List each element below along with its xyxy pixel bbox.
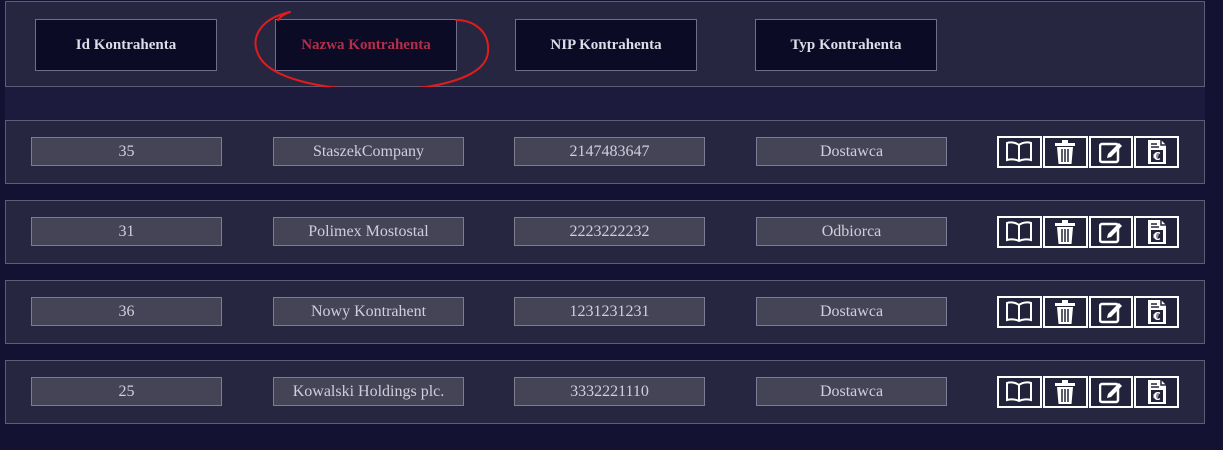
table-header: Id Kontrahenta Nazwa Kontrahenta NIP Kon… <box>5 1 1205 87</box>
view-button[interactable] <box>997 136 1042 168</box>
edit-icon <box>1098 222 1122 244</box>
book-icon <box>1006 381 1033 403</box>
id-cell: 25 <box>31 377 222 406</box>
row-actions: € <box>997 136 1179 168</box>
nip-cell: 2147483647 <box>514 137 705 166</box>
invoice-button[interactable]: € <box>1134 216 1179 248</box>
svg-text:€: € <box>1152 150 1161 163</box>
euro-document-icon: € <box>1147 220 1166 244</box>
nip-cell: 1231231231 <box>514 297 705 326</box>
sort-by-id-button[interactable]: Id Kontrahenta <box>35 19 217 71</box>
edit-icon <box>1098 302 1122 324</box>
name-cell: Kowalski Holdings plc. <box>273 377 464 406</box>
book-icon <box>1006 301 1033 323</box>
header-separator <box>5 87 1205 120</box>
row-actions: € <box>997 296 1179 328</box>
id-cell: 35 <box>31 137 222 166</box>
type-cell: Dostawca <box>756 137 947 166</box>
trash-icon <box>1055 380 1076 404</box>
delete-button[interactable] <box>1042 136 1088 168</box>
euro-document-icon: € <box>1147 300 1166 324</box>
table-row: 35 StaszekCompany 2147483647 Dostawca € <box>5 120 1205 184</box>
edit-button[interactable] <box>1088 296 1134 328</box>
invoice-button[interactable]: € <box>1134 376 1179 408</box>
view-button[interactable] <box>997 296 1042 328</box>
name-cell: Polimex Mostostal <box>273 217 464 246</box>
invoice-button[interactable]: € <box>1134 296 1179 328</box>
edit-button[interactable] <box>1088 376 1134 408</box>
row-actions: € <box>997 216 1179 248</box>
type-cell: Dostawca <box>756 297 947 326</box>
name-cell: StaszekCompany <box>273 137 464 166</box>
table-row: 25 Kowalski Holdings plc. 3332221110 Dos… <box>5 360 1205 424</box>
edit-icon <box>1098 382 1122 404</box>
invoice-button[interactable]: € <box>1134 136 1179 168</box>
trash-icon <box>1055 140 1076 164</box>
delete-button[interactable] <box>1042 296 1088 328</box>
table-row: 36 Nowy Kontrahent 1231231231 Dostawca € <box>5 280 1205 344</box>
euro-document-icon: € <box>1147 380 1166 404</box>
id-cell: 36 <box>31 297 222 326</box>
trash-icon <box>1055 300 1076 324</box>
book-icon <box>1006 141 1033 163</box>
type-cell: Dostawca <box>756 377 947 406</box>
view-button[interactable] <box>997 376 1042 408</box>
type-cell: Odbiorca <box>756 217 947 246</box>
id-cell: 31 <box>31 217 222 246</box>
nip-cell: 3332221110 <box>514 377 705 406</box>
row-actions: € <box>997 376 1179 408</box>
svg-text:€: € <box>1152 230 1161 243</box>
sort-by-name-button[interactable]: Nazwa Kontrahenta <box>275 19 457 71</box>
svg-text:€: € <box>1152 310 1161 323</box>
view-button[interactable] <box>997 216 1042 248</box>
edit-button[interactable] <box>1088 216 1134 248</box>
book-icon <box>1006 221 1033 243</box>
trash-icon <box>1055 220 1076 244</box>
sort-by-type-button[interactable]: Typ Kontrahenta <box>755 19 937 71</box>
euro-document-icon: € <box>1147 140 1166 164</box>
delete-button[interactable] <box>1042 216 1088 248</box>
edit-icon <box>1098 142 1122 164</box>
table-row: 31 Polimex Mostostal 2223222232 Odbiorca <box>5 200 1205 264</box>
nip-cell: 2223222232 <box>514 217 705 246</box>
edit-button[interactable] <box>1088 136 1134 168</box>
delete-button[interactable] <box>1042 376 1088 408</box>
svg-text:€: € <box>1152 390 1161 403</box>
sort-by-nip-button[interactable]: NIP Kontrahenta <box>515 19 697 71</box>
name-cell: Nowy Kontrahent <box>273 297 464 326</box>
